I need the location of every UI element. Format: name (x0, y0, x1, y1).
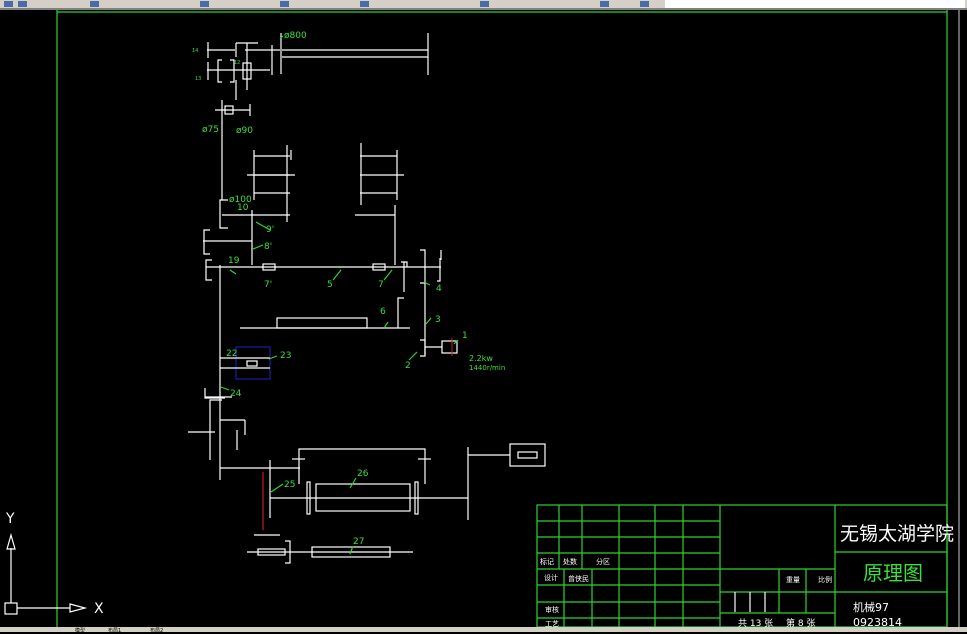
label-5: 5 (327, 280, 333, 290)
label-9p: 9' (266, 225, 274, 235)
layout-tabs: 模型 布局1 布局2 (0, 627, 967, 634)
weight-label: 重量 (786, 576, 800, 584)
label-1: 1 (462, 331, 468, 341)
school-name: 无锡太湖学院 (840, 523, 954, 545)
design-label: 设计 (544, 573, 558, 582)
tab-layout2[interactable]: 布局2 (150, 627, 163, 634)
label-14: 14 (192, 48, 198, 54)
label-13: 13 (195, 76, 201, 82)
gearbox-right (355, 143, 404, 265)
tab-model[interactable]: 模型 (75, 627, 85, 634)
toolbar-button[interactable] (4, 1, 13, 7)
header-mark: 标记 (540, 557, 554, 566)
designer-name: 曾侠民 (568, 574, 589, 583)
highlight-box (235, 346, 271, 380)
toolbar-button[interactable] (200, 1, 209, 7)
review-label: 审核 (545, 605, 559, 614)
drawing-canvas[interactable]: ø800 ø75 ø90 14 13 12 ø100 10 9' 8' 19 7… (0, 10, 967, 627)
label-26: 26 (357, 469, 369, 479)
label-8p: 8' (264, 242, 272, 252)
toolbar-button[interactable] (480, 1, 489, 7)
label-2: 2 (405, 361, 411, 371)
label-7: 7 (378, 280, 384, 290)
label-d75: ø75 (202, 125, 219, 135)
scale-label: 比例 (818, 575, 832, 584)
header-count: 处数 (563, 557, 577, 566)
label-10: 10 (237, 203, 249, 213)
main-transmission (188, 199, 458, 518)
label-25: 25 (284, 480, 295, 490)
drawing-frame (56, 10, 960, 627)
toolbar-button[interactable] (640, 1, 649, 7)
label-4: 4 (436, 284, 442, 294)
process-label: 工艺 (545, 620, 559, 627)
label-d90: ø90 (236, 126, 253, 136)
drum-assembly (247, 443, 546, 564)
ucs-icon: Y X (4, 511, 104, 617)
label-12: 12 (234, 60, 240, 66)
label-24: 24 (230, 389, 242, 399)
label-22: 22 (226, 349, 237, 359)
ucs-y-label: Y (5, 511, 15, 527)
gearbox-left (222, 145, 295, 222)
toolbar-button[interactable] (280, 1, 289, 7)
label-23: 23 (280, 351, 291, 361)
output-device (509, 443, 546, 467)
label-3: 3 (435, 315, 441, 325)
motor-speed: 1440r/min (469, 364, 505, 372)
label-19: 19 (228, 256, 240, 266)
motor-power: 2.2kw (469, 354, 493, 363)
drawing-name: 原理图 (863, 561, 923, 585)
sheet-number: 第 8 张 (786, 617, 815, 627)
tab-layout1[interactable]: 布局1 (108, 627, 121, 634)
ucs-x-label: X (94, 601, 104, 617)
toolbar-button[interactable] (600, 1, 609, 7)
header-zone: 分区 (596, 557, 610, 566)
label-27: 27 (353, 537, 364, 547)
layer-dropdown[interactable] (665, 0, 965, 8)
toolbar-button[interactable] (90, 1, 99, 7)
toolbar (0, 0, 967, 10)
label-7p: 7' (264, 280, 272, 290)
student-id: 0923814 (853, 616, 902, 627)
label-d800: ø800 (284, 31, 307, 41)
class-name: 机械97 (853, 600, 889, 614)
label-6: 6 (380, 307, 386, 317)
toolbar-button[interactable] (18, 1, 27, 7)
title-block: 无锡太湖学院 原理图 标记 处数 分区 设计 曾侠民 审核 工艺 重量 比例 共… (536, 504, 954, 627)
toolbar-button[interactable] (360, 1, 369, 7)
sheets-total: 共 13 张 (738, 618, 773, 627)
